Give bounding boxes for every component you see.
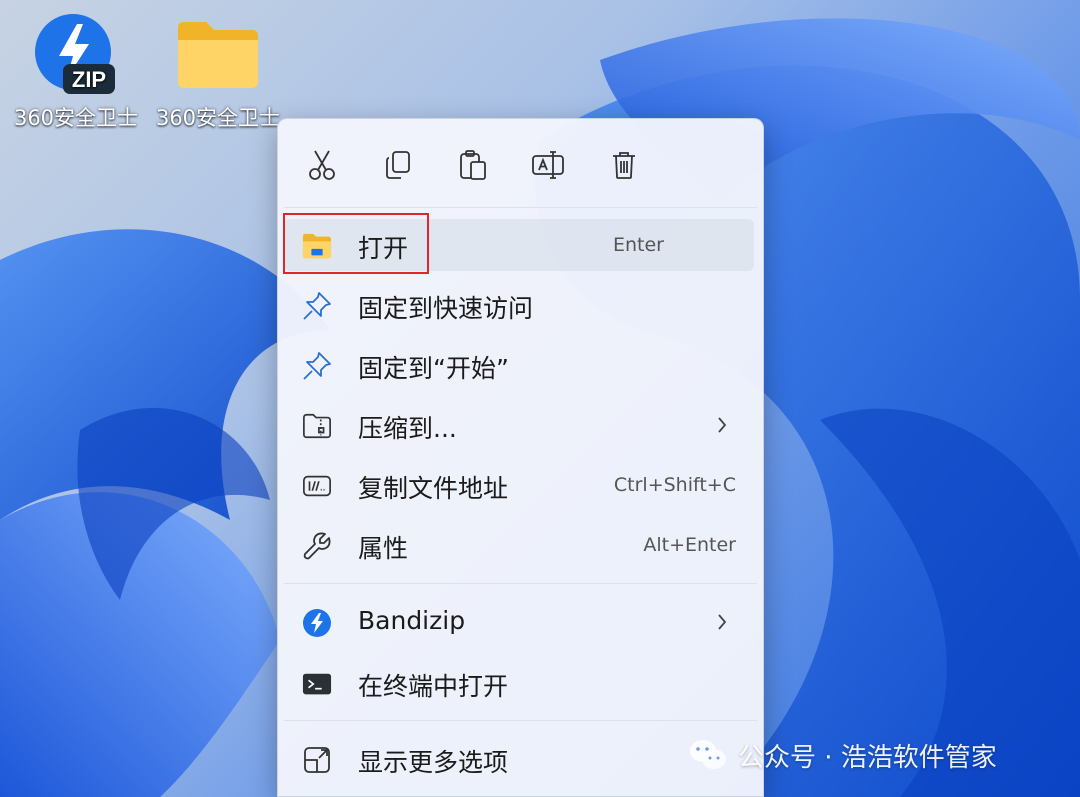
menu-item-label: 属性 bbox=[358, 534, 409, 563]
section-divider bbox=[284, 720, 757, 721]
menu-item-compress-to[interactable]: 压缩到... bbox=[284, 399, 754, 451]
menu-item-pin-start[interactable]: 固定到“开始” bbox=[284, 339, 754, 391]
desktop-icon-folder[interactable]: 360安全卫士 bbox=[148, 10, 288, 132]
rename-button[interactable] bbox=[528, 145, 568, 185]
chevron-right-icon bbox=[712, 608, 732, 636]
desktop-icon-label: 360安全卫士 bbox=[13, 106, 139, 130]
menu-item-label: 在终端中打开 bbox=[358, 672, 509, 701]
cut-icon bbox=[309, 150, 335, 180]
desktop-icon-zip[interactable]: ZIP 360安全卫士 bbox=[6, 10, 146, 132]
paste-button[interactable] bbox=[453, 145, 493, 185]
pin-icon bbox=[302, 351, 332, 381]
menu-item-label: 压缩到... bbox=[358, 414, 457, 443]
menu-item-pin-quick-access[interactable]: 固定到快速访问 bbox=[284, 279, 754, 331]
copy-path-icon bbox=[302, 471, 332, 501]
wrench-icon bbox=[302, 531, 332, 561]
copy-icon bbox=[386, 151, 410, 179]
menu-item-bandizip[interactable]: Bandizip bbox=[284, 596, 754, 648]
menu-item-properties[interactable]: 属性 Alt+Enter bbox=[284, 519, 754, 571]
zip-badge-text: ZIP bbox=[72, 67, 106, 92]
delete-icon bbox=[613, 152, 635, 179]
rename-icon bbox=[532, 151, 564, 179]
desktop-icon-label: 360安全卫士 bbox=[155, 106, 281, 130]
wechat-icon bbox=[690, 740, 726, 769]
menu-item-label: 固定到“开始” bbox=[358, 354, 509, 383]
context-menu-toolbar bbox=[278, 119, 763, 207]
pin-icon bbox=[302, 291, 332, 321]
toolbar-divider bbox=[284, 207, 757, 208]
cut-button[interactable] bbox=[302, 145, 342, 185]
menu-item-label: Bandizip bbox=[358, 606, 466, 635]
delete-button[interactable] bbox=[604, 145, 644, 185]
paste-icon bbox=[460, 150, 486, 180]
watermark-text: 公众号 · 浩浩软件管家 bbox=[738, 742, 997, 773]
menu-item-label: 显示更多选项 bbox=[358, 748, 509, 777]
menu-item-show-more-options[interactable]: 显示更多选项 bbox=[284, 733, 754, 785]
menu-item-shortcut: Alt+Enter bbox=[643, 534, 736, 556]
menu-item-label: 复制文件地址 bbox=[358, 474, 509, 503]
terminal-icon bbox=[302, 669, 332, 699]
menu-item-label: 固定到快速访问 bbox=[358, 294, 534, 323]
section-divider bbox=[284, 583, 757, 584]
menu-item-copy-path[interactable]: 复制文件地址 Ctrl+Shift+C bbox=[284, 459, 754, 511]
archive-icon bbox=[302, 411, 332, 441]
menu-item-shortcut: Ctrl+Shift+C bbox=[613, 474, 736, 496]
watermark: 公众号 · 浩浩软件管家 bbox=[688, 735, 997, 775]
bandizip-icon bbox=[302, 608, 332, 638]
show-more-options-icon bbox=[302, 745, 332, 775]
menu-item-open-in-terminal[interactable]: 在终端中打开 bbox=[284, 657, 754, 709]
zip-archive-icon: ZIP bbox=[35, 14, 115, 94]
folder-icon bbox=[178, 22, 258, 88]
highlight-annotation bbox=[283, 213, 429, 274]
copy-button[interactable] bbox=[378, 145, 418, 185]
chevron-right-icon bbox=[712, 411, 732, 439]
menu-item-shortcut: Enter bbox=[613, 234, 664, 256]
